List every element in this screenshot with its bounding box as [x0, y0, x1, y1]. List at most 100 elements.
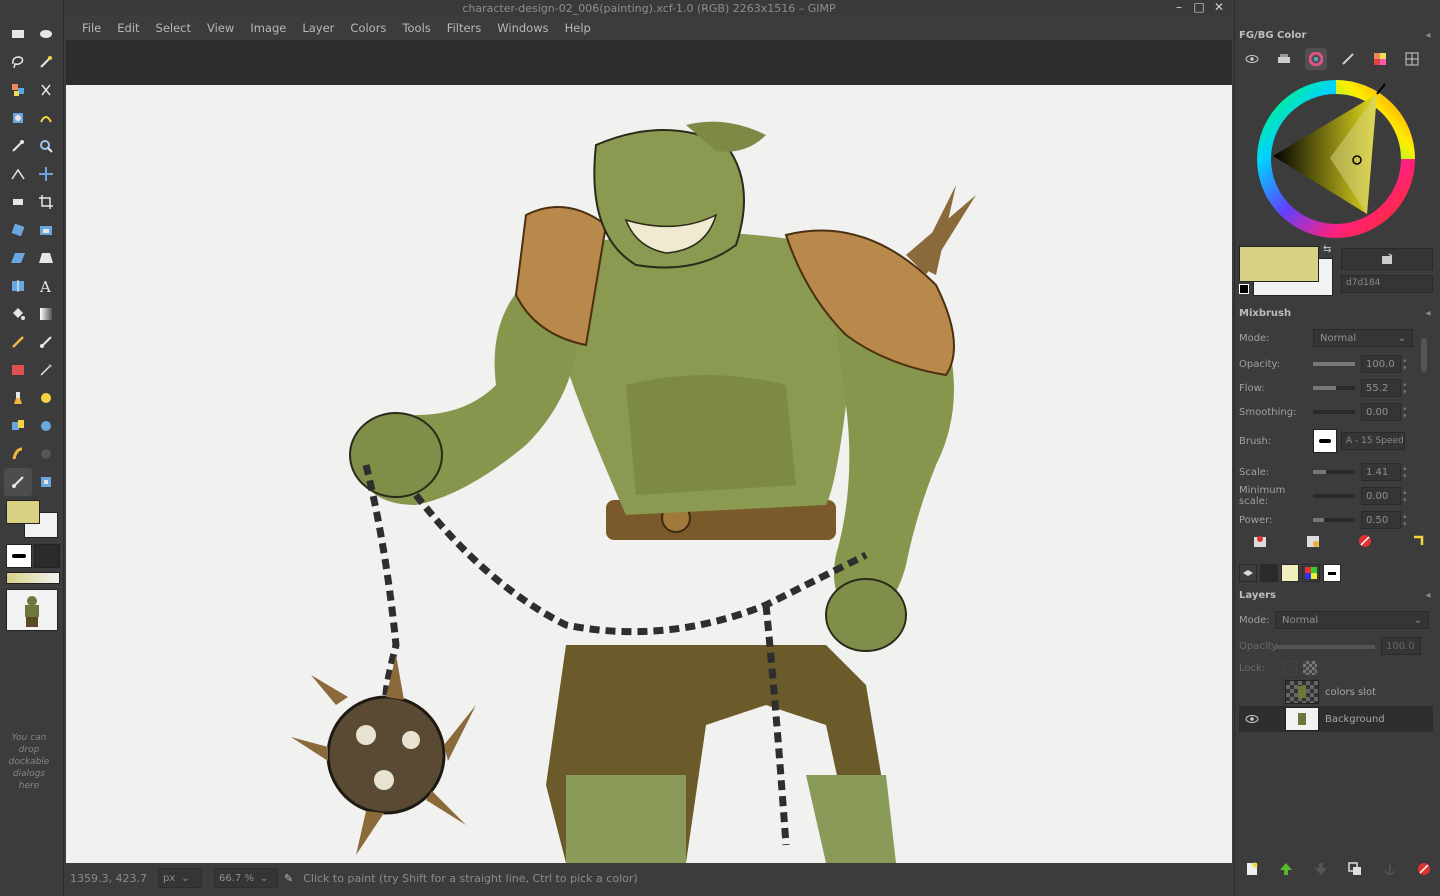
menu-layer[interactable]: Layer — [294, 21, 342, 35]
menu-colors[interactable]: Colors — [342, 21, 394, 35]
select-by-color-tool[interactable] — [4, 76, 32, 104]
scale-slider[interactable] — [1313, 470, 1355, 474]
airbrush-tool[interactable] — [32, 356, 60, 384]
image-canvas[interactable] — [66, 85, 1232, 863]
ellipse-select-tool[interactable] — [32, 20, 60, 48]
tab-watercolor[interactable] — [1337, 48, 1359, 70]
layer-name[interactable]: colors slot — [1325, 687, 1376, 698]
foreground-color-swatch[interactable] — [6, 500, 40, 524]
spin-arrows-icon[interactable]: ▴ ▾ — [1403, 380, 1411, 396]
mypaint-brush-tool[interactable] — [32, 384, 60, 412]
paths-tool[interactable] — [32, 104, 60, 132]
zoom-select[interactable]: 66.7 % ⌄ — [214, 868, 278, 888]
smudge-tool[interactable] — [4, 440, 32, 468]
clone-tool[interactable] — [4, 412, 32, 440]
panel-menu-icon[interactable]: ◂ — [1422, 30, 1434, 42]
menu-help[interactable]: Help — [557, 21, 599, 35]
foreground-color-swatch-large[interactable] — [1239, 246, 1319, 282]
close-button[interactable]: ✕ — [1212, 0, 1226, 14]
brush-swatch[interactable] — [6, 544, 32, 568]
ink-tool[interactable] — [4, 384, 32, 412]
pencil-tool[interactable] — [4, 328, 32, 356]
color-picker-tool[interactable] — [4, 132, 32, 160]
raise-layer-button[interactable] — [1277, 860, 1295, 878]
shear-tool[interactable] — [4, 244, 32, 272]
minimum-scale-slider[interactable] — [1313, 494, 1355, 498]
menu-tools[interactable]: Tools — [394, 21, 438, 35]
tab-brushes[interactable] — [1323, 564, 1341, 582]
swap-colors-icon[interactable]: ⇆ — [1323, 244, 1331, 255]
tab-scale-grid[interactable] — [1401, 48, 1423, 70]
rotate-tool[interactable] — [4, 216, 32, 244]
tab-scales[interactable] — [1241, 48, 1263, 70]
new-layer-button[interactable] — [1243, 860, 1261, 878]
gradient-swatch[interactable] — [6, 572, 60, 584]
tab-cmyk[interactable] — [1273, 48, 1295, 70]
perspective-tool[interactable] — [32, 244, 60, 272]
spin-arrows-icon[interactable]: ▴ ▾ — [1403, 464, 1411, 480]
scale-value[interactable]: 1.41 — [1361, 463, 1401, 481]
power-slider[interactable] — [1313, 518, 1355, 522]
menu-select[interactable]: Select — [148, 21, 199, 35]
free-select-tool[interactable] — [4, 48, 32, 76]
power-value[interactable]: 0.50 — [1361, 511, 1401, 529]
layer-row-background[interactable]: Background — [1239, 706, 1433, 732]
scale-tool[interactable] — [32, 216, 60, 244]
lower-layer-button[interactable] — [1312, 860, 1330, 878]
panel-menu-icon[interactable]: ◂ — [1422, 308, 1434, 320]
measure-tool[interactable] — [4, 160, 32, 188]
delete-layer-button[interactable] — [1415, 860, 1433, 878]
mixbrush-tool[interactable] — [4, 468, 32, 496]
tab-gradients[interactable] — [1281, 564, 1299, 582]
save-options-button[interactable] — [1251, 532, 1269, 550]
brush-preview-button[interactable] — [1313, 429, 1337, 453]
toolbox-fg-bg-colors[interactable] — [6, 498, 60, 540]
fuzzy-select-tool[interactable] — [32, 48, 60, 76]
smoothing-slider[interactable] — [1313, 410, 1355, 414]
zoom-tool[interactable] — [32, 132, 60, 160]
tab-wheel[interactable] — [1305, 48, 1327, 70]
layers-opacity-value[interactable]: 100.0 — [1381, 637, 1421, 655]
layer-name[interactable]: Background — [1325, 714, 1385, 725]
layers-mode-select[interactable]: Normal ⌄ — [1275, 611, 1429, 629]
minimize-button[interactable]: – — [1172, 0, 1186, 14]
delete-options-button[interactable] — [1356, 532, 1374, 550]
mode-select[interactable]: Normal ⌄ — [1313, 329, 1413, 347]
color-wheel[interactable] — [1255, 78, 1417, 240]
heal-tool[interactable] — [32, 412, 60, 440]
flow-slider[interactable] — [1313, 386, 1355, 390]
eraser-tool[interactable] — [4, 356, 32, 384]
layer-chain-toggle[interactable] — [1265, 706, 1285, 732]
unit-select[interactable]: px ⌄ — [158, 868, 202, 888]
restore-options-button[interactable] — [1304, 532, 1322, 550]
color-picker-button[interactable] — [1341, 248, 1433, 270]
duplicate-layer-button[interactable] — [1346, 860, 1364, 878]
layer-visibility-toggle[interactable] — [1239, 706, 1265, 732]
minimum-scale-value[interactable]: 0.00 — [1361, 487, 1401, 505]
menu-file[interactable]: File — [74, 21, 109, 35]
layers-opacity-slider[interactable] — [1275, 644, 1375, 649]
menu-edit[interactable]: Edit — [109, 21, 147, 35]
spin-arrows-icon[interactable]: ▴ ▾ — [1403, 404, 1411, 420]
spin-arrows-icon[interactable]: ▴ ▾ — [1403, 512, 1411, 528]
spin-arrows-icon[interactable]: ▴ ▾ — [1403, 356, 1411, 372]
foreground-select-tool[interactable] — [4, 104, 32, 132]
layer-chain-toggle[interactable] — [1265, 679, 1285, 705]
maximize-button[interactable]: □ — [1192, 0, 1206, 14]
menu-image[interactable]: Image — [242, 21, 294, 35]
pattern-swatch[interactable] — [34, 544, 60, 568]
rect-select-tool[interactable] — [4, 20, 32, 48]
paintbrush-tool[interactable] — [32, 328, 60, 356]
lock-pixels-toggle[interactable] — [1283, 661, 1297, 675]
align-tool[interactable] — [4, 188, 32, 216]
tab-palettes[interactable] — [1302, 564, 1320, 582]
bucket-fill-tool[interactable] — [4, 300, 32, 328]
cage-tool[interactable] — [32, 468, 60, 496]
dodge-burn-tool[interactable] — [32, 440, 60, 468]
spin-arrows-icon[interactable]: ▴ ▾ — [1403, 488, 1411, 504]
menu-filters[interactable]: Filters — [439, 21, 489, 35]
text-tool[interactable]: A — [32, 272, 60, 300]
menu-view[interactable]: View — [199, 21, 242, 35]
opacity-value[interactable]: 100.0 — [1361, 355, 1401, 373]
default-colors-icon[interactable] — [1239, 284, 1249, 294]
